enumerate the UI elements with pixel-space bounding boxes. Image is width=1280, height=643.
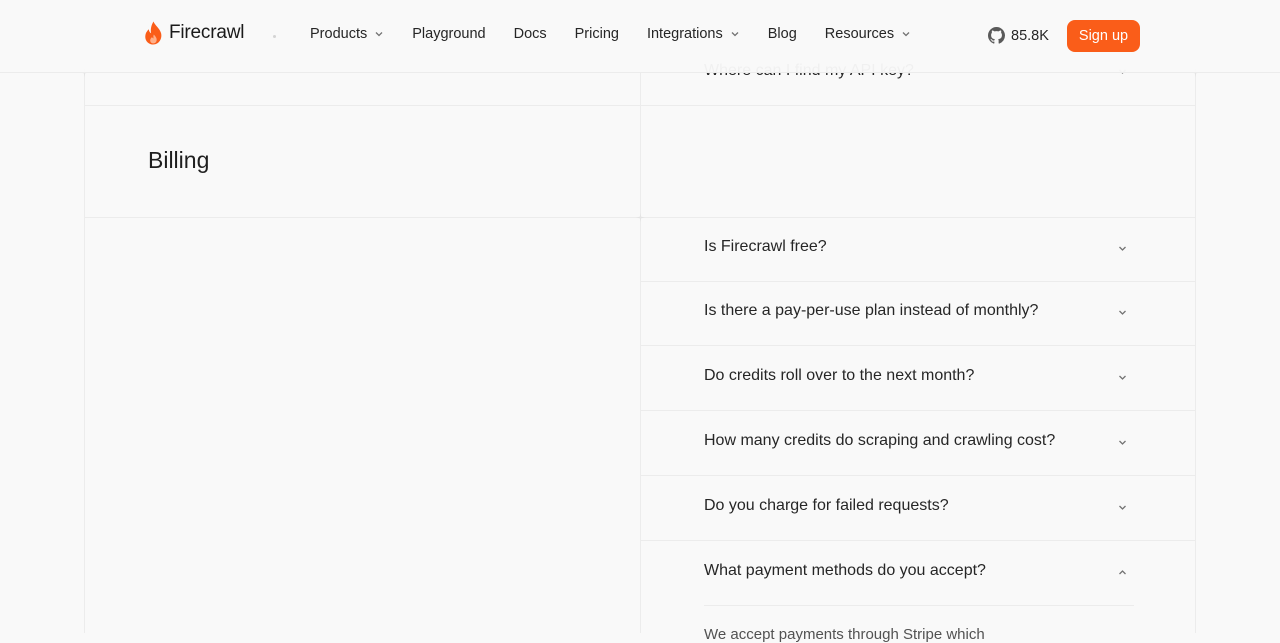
site-header: Firecrawl Products Playground Docs Prici… (0, 0, 1280, 73)
github-star-count: 85.8K (1011, 28, 1049, 44)
faq-question: Do you charge for failed requests? (704, 497, 949, 515)
chevron-down-icon (1117, 372, 1128, 383)
nav-item-playground[interactable]: Playground (412, 26, 485, 42)
logo-text: Firecrawl (169, 22, 244, 44)
faq-item[interactable]: Do you charge for failed requests? (641, 476, 1195, 541)
faq-question: Do credits roll over to the next month? (704, 367, 974, 385)
frame-line-right (1195, 0, 1196, 633)
section-title-billing: Billing (148, 147, 209, 174)
nav-item-resources[interactable]: Resources (825, 26, 911, 42)
faq-question: What payment methods do you accept? (704, 562, 986, 580)
faq-answer: We accept payments through Stripe which (704, 626, 985, 643)
chevron-down-icon (901, 29, 911, 39)
flame-icon (144, 21, 163, 45)
github-stars-link[interactable]: 85.8K (988, 27, 1049, 44)
chevron-down-icon (374, 29, 384, 39)
chevron-down-icon (1117, 307, 1128, 318)
faq-question: How many credits do scraping and crawlin… (704, 432, 1055, 450)
nav-item-docs[interactable]: Docs (514, 26, 547, 42)
faq-item-expanded[interactable]: What payment methods do you accept? (641, 541, 1195, 606)
divider (84, 105, 1196, 106)
faq-item[interactable]: Do credits roll over to the next month? (641, 346, 1195, 411)
faq-question: Is there a pay-per-use plan instead of m… (704, 302, 1038, 320)
faq-item[interactable]: How many credits do scraping and crawlin… (641, 411, 1195, 476)
logo[interactable]: Firecrawl (144, 21, 244, 45)
nav-label: Resources (825, 26, 894, 42)
answer-divider (704, 605, 1134, 606)
chevron-down-icon (1117, 243, 1128, 254)
nav-label: Pricing (575, 26, 619, 42)
nav-item-products[interactable]: Products (310, 26, 384, 42)
faq-item[interactable]: Is Firecrawl free? (641, 217, 1195, 282)
frame-line-left (84, 0, 85, 633)
chevron-down-icon (1117, 437, 1128, 448)
nav-label: Blog (768, 26, 797, 42)
nav-label: Playground (412, 26, 485, 42)
nav-label: Products (310, 26, 367, 42)
nav-item-blog[interactable]: Blog (768, 26, 797, 42)
chevron-up-icon (1117, 567, 1128, 578)
signup-button[interactable]: Sign up (1067, 20, 1140, 52)
separator-dot (273, 35, 276, 38)
main-nav: Products Playground Docs Pricing Integra… (310, 26, 939, 42)
faq-question: Is Firecrawl free? (704, 238, 827, 256)
nav-item-integrations[interactable]: Integrations (647, 26, 740, 42)
chevron-down-icon (1117, 502, 1128, 513)
github-icon (988, 27, 1005, 44)
nav-label: Integrations (647, 26, 723, 42)
chevron-down-icon (730, 29, 740, 39)
nav-label: Docs (514, 26, 547, 42)
nav-item-pricing[interactable]: Pricing (575, 26, 619, 42)
faq-item[interactable]: Is there a pay-per-use plan instead of m… (641, 281, 1195, 346)
